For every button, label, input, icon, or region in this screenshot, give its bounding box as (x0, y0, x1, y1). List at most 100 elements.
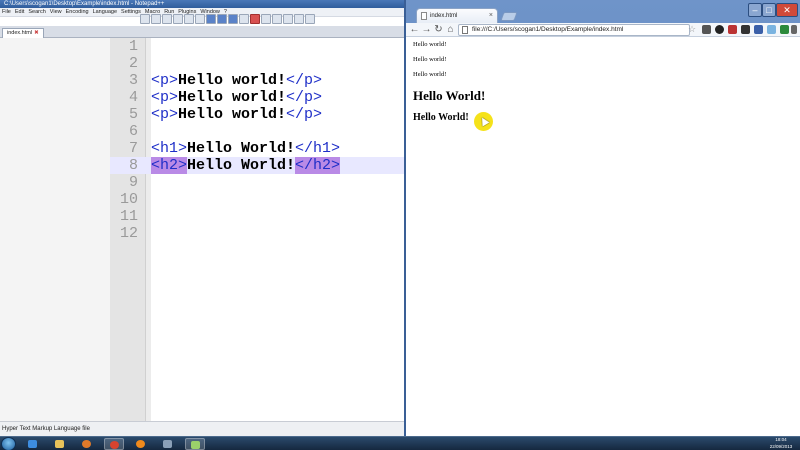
close-tab-icon[interactable]: ✖ (34, 30, 39, 36)
close-tag: </h1> (295, 140, 341, 157)
open-tag: <p> (151, 106, 179, 123)
code-line[interactable]: 5 <p>Hello world!</p> (110, 106, 406, 123)
close-tag: </p> (286, 89, 323, 106)
extension-icon[interactable] (702, 25, 711, 34)
file-icon (462, 26, 468, 34)
minimize-button[interactable]: – (748, 3, 762, 17)
toolbar-button[interactable] (217, 14, 227, 24)
npp-file-tab[interactable]: index.html ✖ (2, 28, 44, 38)
taskbar-explorer-icon[interactable] (50, 438, 70, 450)
editor-left-margin (0, 38, 110, 421)
maximize-button[interactable]: □ (762, 3, 776, 17)
code-text: <h2>Hello World!</h2> (151, 157, 341, 174)
tag-content: Hello world! (178, 89, 287, 106)
taskbar-app-icon[interactable] (158, 438, 178, 450)
open-tag: <p> (151, 72, 179, 89)
extension-icon[interactable] (754, 25, 763, 34)
address-bar[interactable]: file:///C:/Users/scogan1/Desktop/Example… (458, 24, 690, 36)
taskbar-ie-icon[interactable] (23, 438, 43, 450)
toolbar-button[interactable] (140, 14, 150, 24)
toolbar-button[interactable] (239, 14, 249, 24)
taskbar-firefox-icon[interactable] (77, 438, 97, 450)
code-editor[interactable]: 1 2 3 <p>Hello world!</p> 4 <p>Hello world… (0, 38, 406, 421)
menu-view[interactable]: View (48, 8, 64, 16)
line-number: 10 (119, 191, 138, 208)
taskbar-notepadpp-icon[interactable] (185, 438, 205, 450)
line-number: 9 (128, 174, 138, 191)
close-tag: </p> (286, 106, 323, 123)
toolbar-button[interactable] (195, 14, 205, 24)
toolbar-button[interactable] (206, 14, 216, 24)
taskbar-media-icon[interactable] (131, 438, 151, 450)
extension-icon[interactable] (780, 25, 789, 34)
menu-edit[interactable]: Edit (13, 8, 26, 16)
taskbar-clock[interactable]: 18:04 22/09/2013 (766, 437, 796, 450)
menu-search[interactable]: Search (26, 8, 47, 16)
play-macro-icon[interactable] (272, 14, 282, 24)
extension-icon[interactable] (767, 25, 776, 34)
tag-content: Hello world! (178, 72, 287, 89)
notepad-plus-plus-window: C:\Users\scogan1\Desktop\Example\index.h… (0, 0, 406, 436)
code-line[interactable]: 7 <h1>Hello World!</h1> (110, 140, 406, 157)
menu-icon[interactable] (791, 25, 797, 34)
code-text: <p>Hello world!</p> (151, 106, 322, 123)
desktop-screen: C:\Users\scogan1\Desktop\Example\index.h… (0, 0, 800, 450)
code-line[interactable]: 3 <p>Hello world!</p> (110, 72, 406, 89)
npp-title-bar[interactable]: C:\Users\scogan1\Desktop\Example\index.h… (0, 0, 406, 8)
code-line[interactable]: 4 <p>Hello world!</p> (110, 89, 406, 106)
taskbar-chrome-icon[interactable] (104, 438, 124, 450)
code-line[interactable]: 1 (110, 38, 406, 55)
home-icon[interactable]: ⌂ (445, 24, 456, 35)
page-icon (421, 12, 427, 20)
line-number: 8 (128, 157, 138, 174)
extension-icon[interactable] (715, 25, 724, 34)
extension-icon[interactable] (741, 25, 750, 34)
current-code-line[interactable]: 8 <h2>Hello World!</h2> (110, 157, 406, 174)
line-number: 12 (119, 225, 138, 242)
start-button[interactable] (1, 437, 16, 450)
browser-tab-label: index.html (430, 13, 458, 19)
windows-taskbar: 18:04 22/09/2013 (0, 436, 800, 450)
close-tag: </p> (286, 72, 323, 89)
toolbar-button[interactable] (228, 14, 238, 24)
new-tab-button[interactable] (500, 12, 518, 21)
forward-arrow-icon[interactable]: → (421, 24, 432, 35)
system-tray[interactable] (738, 440, 768, 448)
code-line[interactable]: 12 (110, 225, 406, 242)
menu-file[interactable]: File (0, 8, 13, 16)
stop-macro-icon[interactable] (261, 14, 271, 24)
extension-icon[interactable] (728, 25, 737, 34)
code-line[interactable]: 6 (110, 123, 406, 140)
back-arrow-icon[interactable]: ← (409, 24, 420, 35)
code-line[interactable]: 11 (110, 208, 406, 225)
code-line[interactable]: 10 (110, 191, 406, 208)
toolbar-button[interactable] (294, 14, 304, 24)
page-paragraph: Hello world! (413, 71, 447, 78)
bookmark-star-icon[interactable]: ☆ (688, 24, 696, 34)
record-macro-icon[interactable] (250, 14, 260, 24)
page-paragraph: Hello world! (413, 56, 447, 63)
toolbar-button[interactable] (305, 14, 315, 24)
browser-toolbar: ← → ↻ ⌂ file:///C:/Users/scogan1/Desktop… (406, 23, 800, 37)
open-tag: <h1> (151, 140, 188, 157)
code-text: <p>Hello world!</p> (151, 72, 322, 89)
toolbar-button[interactable] (184, 14, 194, 24)
code-line[interactable]: 2 (110, 55, 406, 72)
toolbar-button[interactable] (162, 14, 172, 24)
close-window-button[interactable]: ✕ (776, 3, 798, 17)
menu-encoding[interactable]: Encoding (64, 8, 91, 16)
menu-language[interactable]: Language (91, 8, 119, 16)
code-text: <p>Hello world!</p> (151, 89, 322, 106)
browser-tab[interactable]: index.html × (416, 8, 498, 23)
code-line[interactable]: 9 (110, 174, 406, 191)
clock-date: 22/09/2013 (769, 443, 793, 449)
line-number: 11 (119, 208, 138, 225)
toolbar-button[interactable] (173, 14, 183, 24)
close-tab-icon[interactable]: × (489, 9, 493, 23)
toolbar-button[interactable] (283, 14, 293, 24)
toolbar-button[interactable] (151, 14, 161, 24)
reload-icon[interactable]: ↻ (433, 24, 444, 35)
tag-content: Hello World! (187, 157, 296, 174)
npp-status-bar: Hyper Text Markup Language file (0, 421, 406, 436)
page-heading-1: Hello World! (413, 88, 486, 103)
